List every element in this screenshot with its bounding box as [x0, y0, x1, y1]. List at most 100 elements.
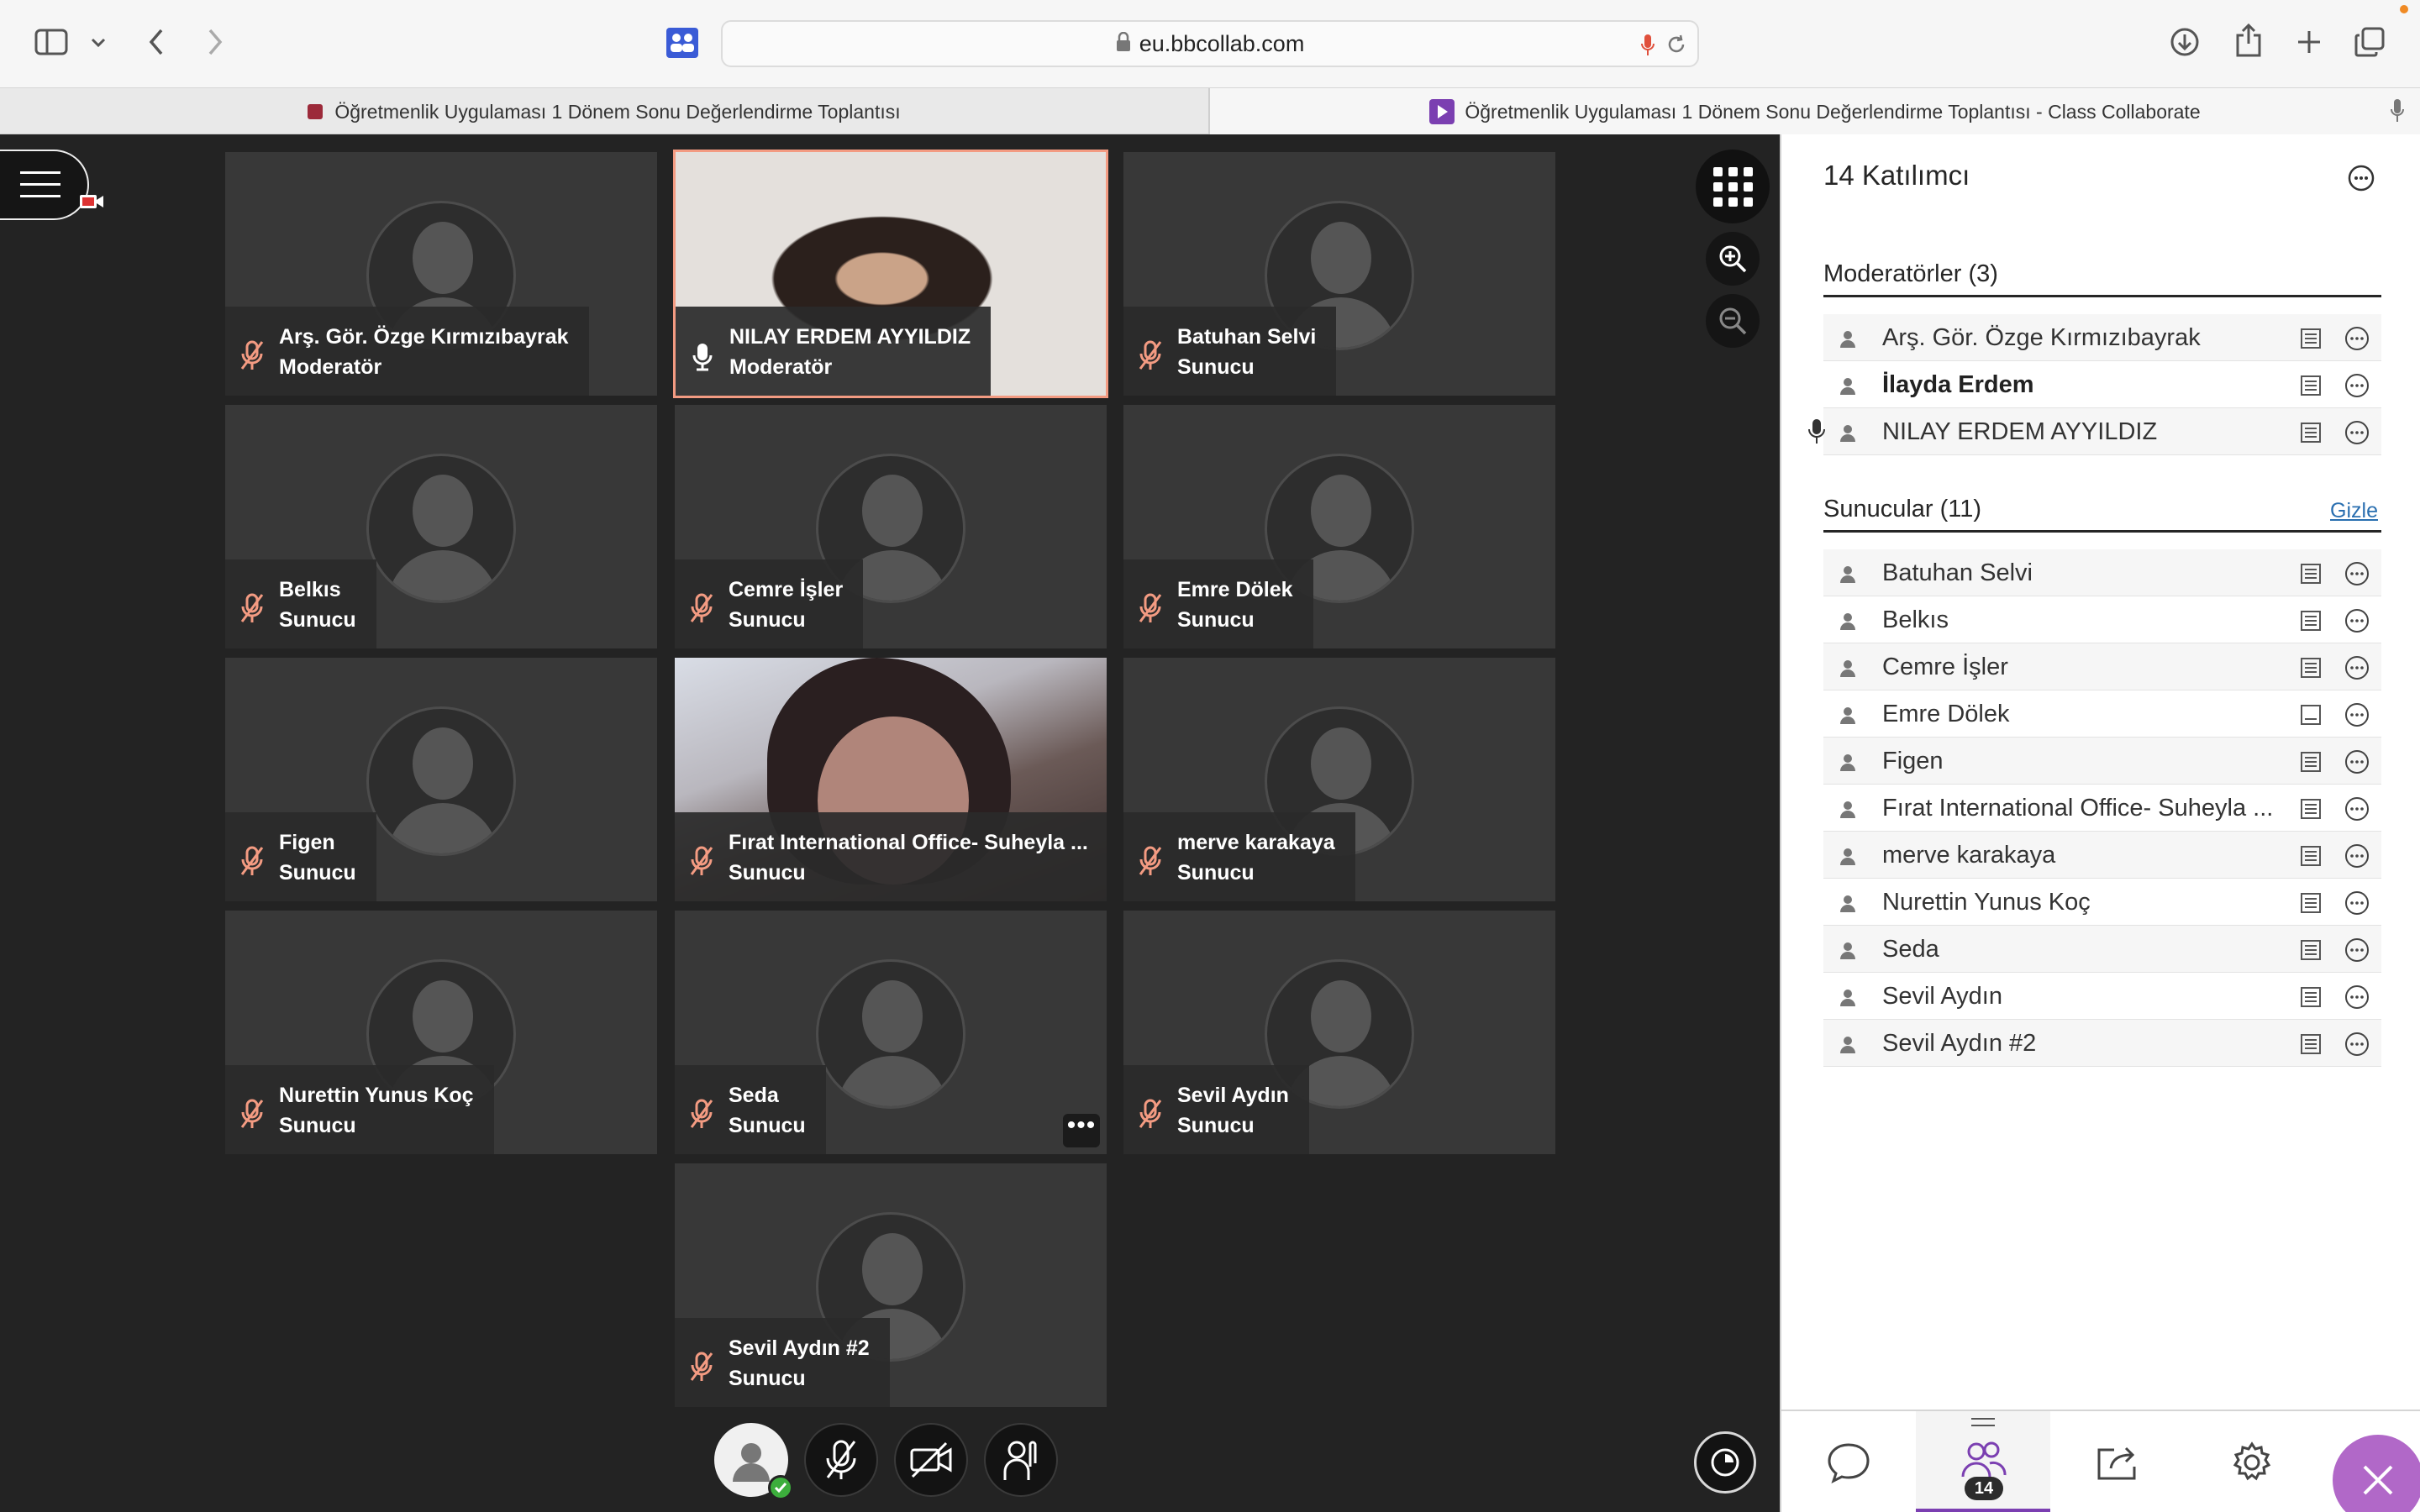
- more-options-icon[interactable]: [2344, 843, 2370, 869]
- more-options-icon[interactable]: [2344, 655, 2370, 680]
- list-item[interactable]: Seda: [1823, 926, 2381, 973]
- mic-icon[interactable]: [1640, 34, 1655, 61]
- captions-icon[interactable]: [2299, 985, 2323, 1009]
- list-item[interactable]: merve karakaya: [1823, 832, 2381, 879]
- participant-name: Arş. Gör. Özge Kırmızıbayrak: [279, 325, 569, 349]
- participant-tile[interactable]: Fırat International Office- Suheyla ... …: [675, 658, 1107, 901]
- participant-tile[interactable]: Nurettin Yunus Koç Sunucu: [225, 911, 657, 1154]
- share-content-button[interactable]: [2050, 1411, 2185, 1512]
- mic-muted-icon: [690, 846, 713, 875]
- participant-role: Sunucu: [1177, 1114, 1255, 1137]
- download-icon[interactable]: [2168, 25, 2202, 59]
- hide-presenters-link[interactable]: Gizle: [2330, 499, 2378, 523]
- tile-label: Cemre İşler Sunucu: [675, 559, 864, 648]
- participant-tile[interactable]: Figen Sunucu: [225, 658, 657, 901]
- zoom-in-button[interactable]: [1706, 232, 1760, 286]
- browser-toolbar: eu.bbcollab.com: [0, 0, 2420, 87]
- list-item[interactable]: İlayda Erdem: [1823, 361, 2381, 408]
- list-item[interactable]: Figen: [1823, 738, 2381, 785]
- mic-muted-icon: [690, 1099, 713, 1128]
- person-icon: [1840, 848, 1855, 865]
- participant-tile-active-speaker[interactable]: NILAY ERDEM AYYILDIZ Moderatör: [673, 150, 1108, 398]
- participant-tile[interactable]: Cemre İşler Sunucu: [675, 405, 1107, 648]
- list-item[interactable]: Belkıs: [1823, 596, 2381, 643]
- participant-tile[interactable]: Sevil Aydın Sunucu: [1123, 911, 1555, 1154]
- chat-button[interactable]: [1781, 1411, 1916, 1512]
- participant-tile[interactable]: merve karakaya Sunucu: [1123, 658, 1555, 901]
- list-item[interactable]: Cemre İşler: [1823, 643, 2381, 690]
- more-options-icon[interactable]: [2344, 1032, 2370, 1057]
- list-item[interactable]: Nurettin Yunus Koç: [1823, 879, 2381, 926]
- more-options-icon[interactable]: [2344, 373, 2370, 398]
- tab-meeting-2[interactable]: Öğretmenlik Uygulaması 1 Dönem Sonu Değe…: [1210, 88, 2420, 135]
- session-status-button[interactable]: [1694, 1431, 1756, 1494]
- plus-icon[interactable]: [2292, 25, 2326, 59]
- captions-icon[interactable]: [2299, 750, 2323, 774]
- list-item[interactable]: Sevil Aydın: [1823, 973, 2381, 1020]
- participant-name: İlayda Erdem: [1882, 371, 2034, 398]
- participant-tile[interactable]: Emre Dölek Sunucu: [1123, 405, 1555, 648]
- captions-icon[interactable]: [2299, 844, 2323, 868]
- mic-muted-icon: [240, 593, 264, 622]
- grid-view-button[interactable]: [1696, 150, 1770, 223]
- camera-toggle[interactable]: [894, 1423, 968, 1497]
- more-options-icon[interactable]: [2344, 420, 2370, 445]
- list-item[interactable]: Sevil Aydın #2: [1823, 1020, 2381, 1067]
- participant-tile[interactable]: Sevil Aydın #2 Sunucu: [675, 1163, 1107, 1407]
- more-options-icon[interactable]: [2344, 984, 2370, 1010]
- forward-icon[interactable]: [198, 25, 232, 59]
- captions-icon[interactable]: [2299, 327, 2323, 350]
- presenters-section-header: Sunucular (11) Gizle: [1823, 496, 2381, 533]
- list-item[interactable]: Emre Dölek: [1823, 690, 2381, 738]
- list-item[interactable]: NILAY ERDEM AYYILDIZ: [1808, 408, 2381, 455]
- back-icon[interactable]: [139, 25, 173, 59]
- microphone-toggle[interactable]: [804, 1423, 878, 1497]
- participant-tile[interactable]: Batuhan Selvi Sunucu: [1123, 152, 1555, 396]
- participants-button[interactable]: 14: [1916, 1411, 2050, 1512]
- captions-icon[interactable]: [2299, 797, 2323, 821]
- tab-meeting-1[interactable]: Öğretmenlik Uygulaması 1 Dönem Sonu Değe…: [0, 88, 1208, 135]
- more-options-icon[interactable]: [2344, 937, 2370, 963]
- more-options-icon[interactable]: [2344, 890, 2370, 916]
- chevron-down-icon[interactable]: [87, 32, 109, 54]
- list-item[interactable]: Arş. Gör. Özge Kırmızıbayrak: [1823, 314, 2381, 361]
- close-panel-button[interactable]: [2333, 1435, 2420, 1512]
- settings-button[interactable]: [2185, 1411, 2319, 1512]
- more-options-icon[interactable]: [2344, 749, 2370, 774]
- participant-name: Nurettin Yunus Koç: [279, 1084, 474, 1107]
- captions-icon[interactable]: [2299, 562, 2323, 585]
- presenters-list: Batuhan Selvi Belkıs Cemre İşler Emre Dö…: [1823, 549, 2381, 1067]
- captions-empty-icon[interactable]: [2299, 703, 2323, 727]
- participant-tile[interactable]: Seda Sunucu •••: [675, 911, 1107, 1154]
- more-options-icon[interactable]: [2344, 326, 2370, 351]
- participant-name: merve karakaya: [1882, 842, 2056, 869]
- more-options-icon[interactable]: [2344, 796, 2370, 822]
- list-item[interactable]: Batuhan Selvi: [1823, 549, 2381, 596]
- more-options-icon[interactable]: [2344, 702, 2370, 727]
- more-options-icon[interactable]: [2344, 561, 2370, 586]
- more-options-icon[interactable]: [2348, 165, 2375, 192]
- raise-hand-button[interactable]: [984, 1423, 1058, 1497]
- share-icon[interactable]: [2232, 22, 2265, 59]
- list-item[interactable]: Fırat International Office- Suheyla ...: [1823, 785, 2381, 832]
- captions-icon[interactable]: [2299, 656, 2323, 680]
- captions-icon[interactable]: [2299, 1032, 2323, 1056]
- more-options-icon[interactable]: [2344, 608, 2370, 633]
- participant-tile[interactable]: Arş. Gör. Özge Kırmızıbayrak Moderatör: [225, 152, 657, 396]
- participant-name: Batuhan Selvi: [1177, 325, 1317, 349]
- captions-icon[interactable]: [2299, 421, 2323, 444]
- captions-icon[interactable]: [2299, 609, 2323, 633]
- settings-icon: [2233, 1441, 2271, 1481]
- zoom-out-button[interactable]: [1706, 294, 1760, 348]
- my-status-button[interactable]: [714, 1423, 793, 1500]
- tile-more-button[interactable]: •••: [1063, 1113, 1100, 1147]
- reload-icon[interactable]: [1665, 34, 1687, 60]
- main-menu-button[interactable]: [0, 150, 89, 220]
- sidebar-icon[interactable]: [32, 25, 71, 59]
- address-bar[interactable]: eu.bbcollab.com: [721, 20, 1699, 67]
- captions-icon[interactable]: [2299, 938, 2323, 962]
- participant-tile[interactable]: Belkıs Sunucu: [225, 405, 657, 648]
- tabs-icon[interactable]: [2353, 25, 2386, 59]
- captions-icon[interactable]: [2299, 374, 2323, 397]
- captions-icon[interactable]: [2299, 891, 2323, 915]
